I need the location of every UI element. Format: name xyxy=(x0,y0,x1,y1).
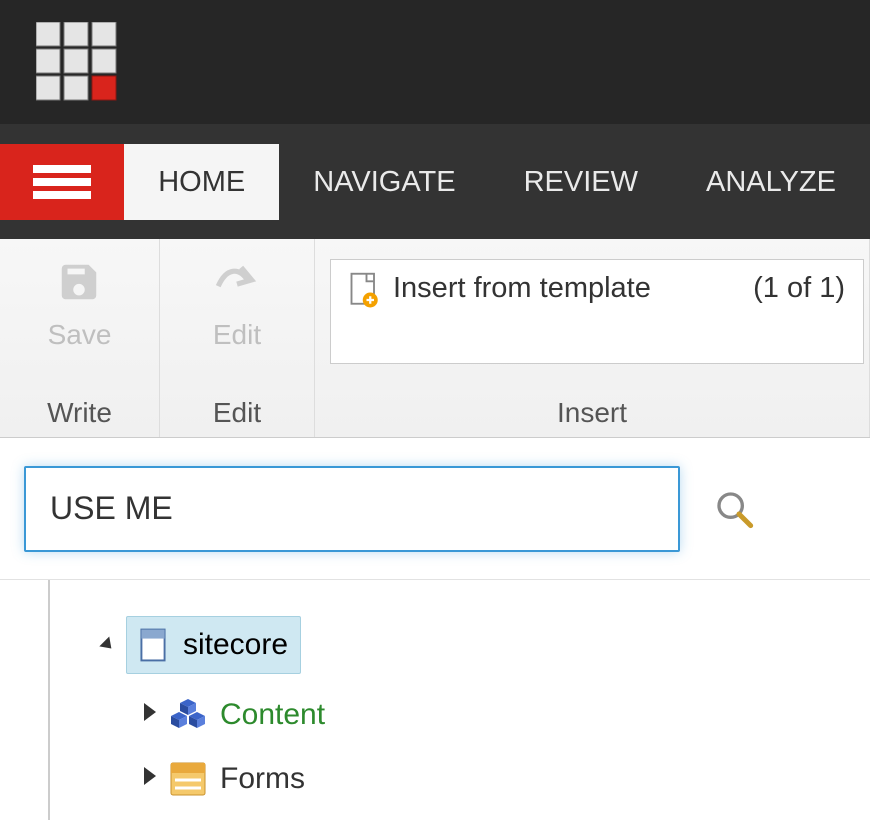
search-input[interactable] xyxy=(24,466,680,552)
expander-content[interactable] xyxy=(144,703,156,721)
tab-review[interactable]: REVIEW xyxy=(490,144,672,220)
save-icon xyxy=(56,259,102,305)
ribbon-group-insert: Insert from template (1 of 1) Insert xyxy=(315,239,870,437)
tree-label-sitecore: sitecore xyxy=(183,628,288,662)
tree-label-forms: Forms xyxy=(220,762,305,796)
cubes-icon xyxy=(170,698,206,732)
save-label: Save xyxy=(48,319,112,351)
edit-group-label: Edit xyxy=(213,397,261,429)
new-document-icon xyxy=(349,272,379,308)
expander-forms[interactable] xyxy=(144,767,156,785)
main-menu-button[interactable] xyxy=(0,144,124,220)
ribbon-tabs: HOME NAVIGATE REVIEW ANALYZE xyxy=(0,124,870,239)
global-header xyxy=(0,0,870,124)
insert-template-label: Insert from template xyxy=(393,272,651,305)
share-icon xyxy=(212,259,262,305)
sitecore-logo-icon xyxy=(36,22,118,102)
ribbon-group-edit: Edit Edit xyxy=(160,239,315,437)
tree-node-sitecore[interactable]: sitecore xyxy=(126,616,301,674)
edit-label: Edit xyxy=(213,319,261,351)
expander-sitecore[interactable] xyxy=(99,637,116,654)
edit-button[interactable]: Edit xyxy=(212,259,262,351)
insert-count: (1 of 1) xyxy=(753,272,845,305)
ribbon-groups: Save Write Edit Edit Insert from templat… xyxy=(0,239,870,438)
content-tree: sitecore Content xyxy=(48,580,870,820)
save-button[interactable]: Save xyxy=(48,259,112,351)
document-icon xyxy=(137,627,169,663)
form-icon xyxy=(170,762,206,796)
tree-label-content: Content xyxy=(220,698,325,732)
tree-node-content[interactable]: Content xyxy=(170,686,337,744)
search-icon[interactable] xyxy=(714,489,754,529)
tab-home[interactable]: HOME xyxy=(124,144,279,220)
insert-group-label: Insert xyxy=(557,397,627,429)
tab-navigate[interactable]: NAVIGATE xyxy=(279,144,489,220)
hamburger-icon xyxy=(33,160,91,204)
insert-from-template-button[interactable]: Insert from template (1 of 1) xyxy=(330,259,864,364)
write-group-label: Write xyxy=(47,397,112,429)
tab-analyze[interactable]: ANALYZE xyxy=(672,144,870,220)
search-row xyxy=(0,438,870,580)
tree-node-forms[interactable]: Forms xyxy=(170,750,317,808)
ribbon-group-write: Save Write xyxy=(0,239,160,437)
